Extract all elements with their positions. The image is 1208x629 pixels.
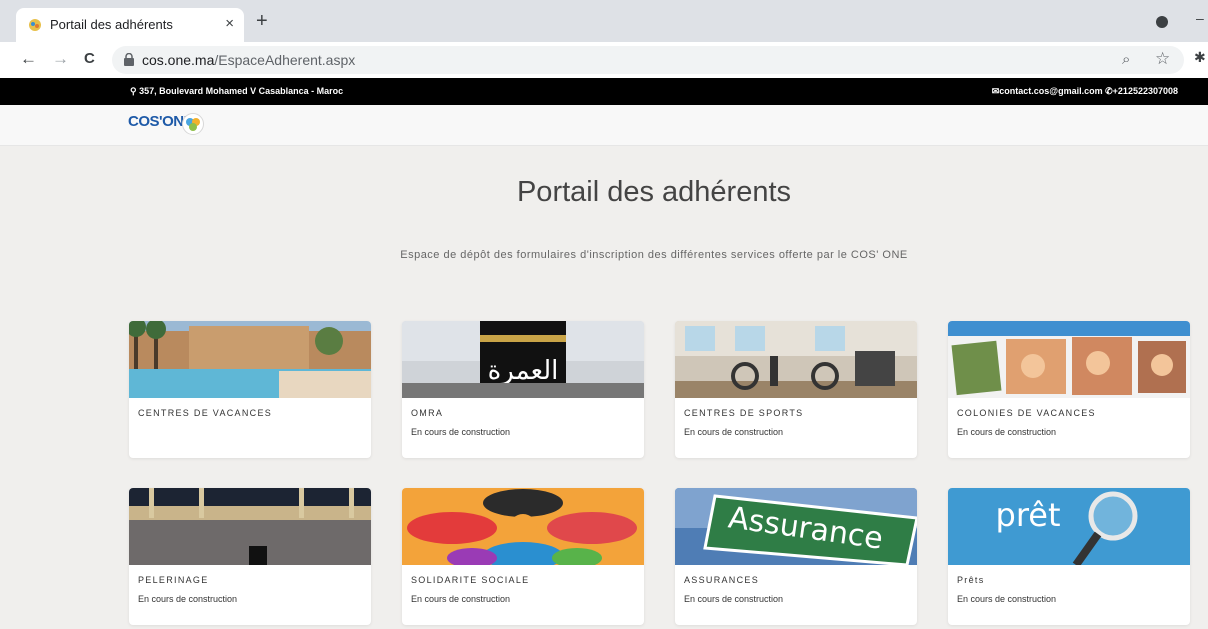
back-button[interactable]: ← <box>20 50 37 68</box>
card-desc: En cours de construction <box>411 427 511 437</box>
site-address: ⚲ 357, Boulevard Mohamed V Casablanca - … <box>130 86 344 96</box>
browser-tab-strip: Portail des adhérents × + – <box>0 0 1208 42</box>
gym-image <box>675 321 917 398</box>
page-title: Portail des adhérents <box>516 176 792 208</box>
card-title: COLONIES DE VACANCES <box>957 408 1096 418</box>
service-card-centres-de-vacances[interactable]: CENTRES DE VACANCES <box>129 321 371 458</box>
kaaba-omra-image: العمرة <box>402 321 644 398</box>
card-title: PELERINAGE <box>138 575 209 585</box>
site-contact: ✉contact.cos@gmail.com ✆+212522307008 <box>992 86 1178 97</box>
service-card-prets[interactable]: prêt Prêts En cours de construction <box>948 488 1190 625</box>
tab-title: Portail des adhérents <box>50 17 173 32</box>
card-desc: En cours de construction <box>138 594 238 604</box>
forward-button[interactable]: → <box>52 50 69 68</box>
card-desc: En cours de construction <box>957 427 1057 437</box>
cos-one-logo[interactable]: COS'ONE <box>128 111 208 141</box>
service-card-omra[interactable]: العمرة OMRA En cours de construction <box>402 321 644 458</box>
card-title: ASSURANCES <box>684 575 760 585</box>
site-info-bar: ⚲ 357, Boulevard Mohamed V Casablanca - … <box>0 78 1208 105</box>
browser-toolbar: ← → C cos.one.ma/EspaceAdherent.aspx ⌕ ☆ <box>0 42 1208 79</box>
omra-image-text: العمرة <box>488 356 559 386</box>
service-card-centres-de-sports[interactable]: CENTRES DE SPORTS En cours de constructi… <box>675 321 917 458</box>
card-title: SOLIDARITE SOCIALE <box>411 575 530 585</box>
reload-button[interactable]: C <box>84 50 95 68</box>
card-desc: En cours de construction <box>411 594 511 604</box>
contact-phone[interactable]: +212522307008 <box>1113 86 1178 96</box>
url-text: cos.one.ma/EspaceAdherent.aspx <box>142 52 356 68</box>
card-desc: En cours de construction <box>957 594 1057 604</box>
card-desc: En cours de construction <box>684 594 784 604</box>
service-card-pelerinage[interactable]: PELERINAGE En cours de construction <box>129 488 371 625</box>
close-tab-icon[interactable]: × <box>225 15 234 32</box>
colorful-hands-image <box>402 488 644 565</box>
mecca-night-image <box>129 488 371 565</box>
contact-email[interactable]: contact.cos@gmail.com <box>999 86 1102 96</box>
site-favicon-icon <box>29 19 41 31</box>
browser-tab[interactable]: Portail des adhérents × <box>16 8 244 42</box>
zoom-icon[interactable]: ⌕ <box>1122 51 1130 68</box>
pret-image-text: prêt <box>996 496 1061 534</box>
card-title: CENTRES DE VACANCES <box>138 408 273 418</box>
pret-magnifier-image: prêt <box>948 488 1190 565</box>
logo-emblem-icon <box>182 113 204 135</box>
assurance-sign-image: Assurance <box>675 488 917 565</box>
resort-pool-image <box>129 321 371 398</box>
extensions-puzzle-icon[interactable]: ✱ <box>1194 49 1206 66</box>
phone-icon: ✆ <box>1105 86 1113 96</box>
profile-icon[interactable] <box>1156 16 1168 28</box>
service-card-solidarite-sociale[interactable]: SOLIDARITE SOCIALE En cours de construct… <box>402 488 644 625</box>
service-card-colonies-de-vacances[interactable]: COLONIES DE VACANCES En cours de constru… <box>948 321 1190 458</box>
card-title: Prêts <box>957 575 985 585</box>
card-title: CENTRES DE SPORTS <box>684 408 804 418</box>
address-bar[interactable]: cos.one.ma/EspaceAdherent.aspx ⌕ ☆ <box>112 46 1184 74</box>
service-card-assurances[interactable]: Assurance ASSURANCES En cours de constru… <box>675 488 917 625</box>
new-tab-button[interactable]: + <box>256 11 268 31</box>
children-photos-image <box>948 321 1190 398</box>
card-title: OMRA <box>411 408 444 418</box>
minimize-icon[interactable]: – <box>1196 10 1204 26</box>
lock-icon <box>124 53 134 66</box>
bookmark-star-icon[interactable]: ☆ <box>1155 49 1170 69</box>
page-subtitle: Espace de dépôt des formulaires d'inscri… <box>400 249 908 261</box>
card-desc: En cours de construction <box>684 427 784 437</box>
map-marker-icon: ⚲ <box>130 86 140 96</box>
site-navbar: COS'ONE <box>0 105 1208 146</box>
